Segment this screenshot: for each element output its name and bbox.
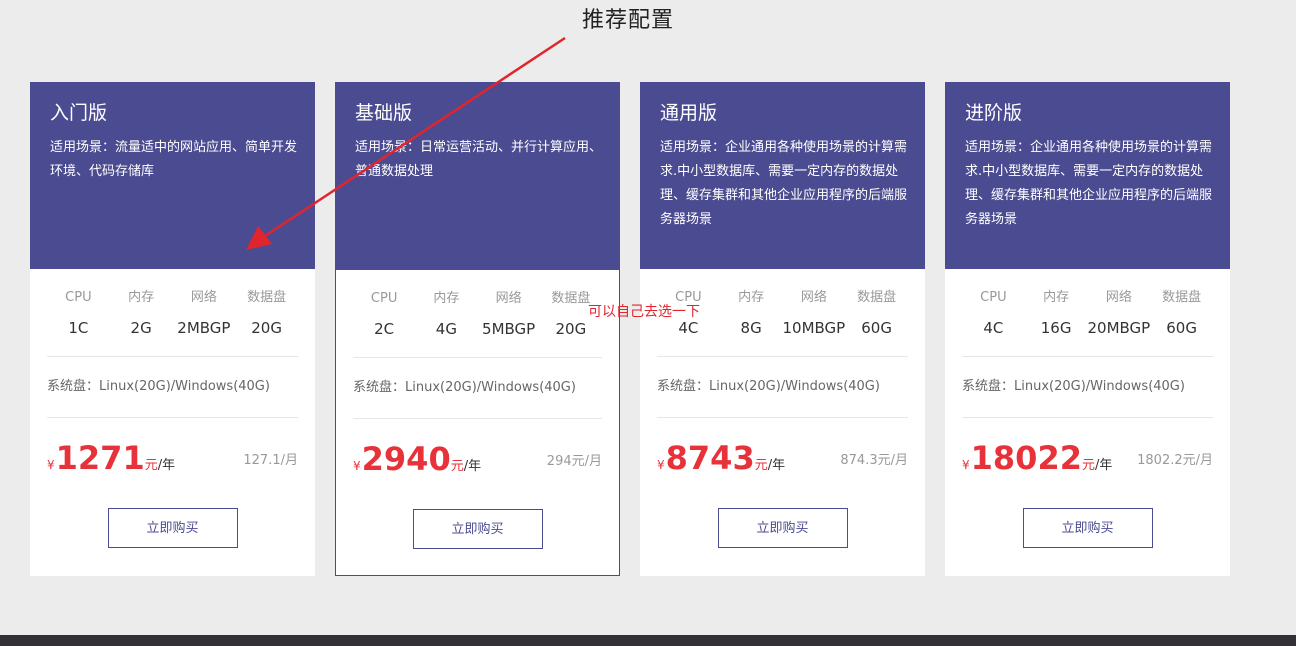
yearly-price: ¥ 1271 元 /年 [47, 439, 175, 477]
spec-value-memory: 4G [435, 320, 457, 338]
monthly-price: 1802.2元/月 [1137, 452, 1213, 468]
price-period: /年 [767, 458, 786, 473]
plan-card-entry: 入门版 适用场景：流量适中的网站应用、简单开发环境、代码存储库 CPU 1C 内存… [30, 82, 315, 576]
buy-now-button[interactable]: 立即购买 [1022, 508, 1153, 548]
spec-label-data-disk: 数据盘 [247, 290, 287, 305]
annotation-note: 可以自己去选一下 [588, 304, 700, 320]
plan-title: 基础版 [355, 102, 413, 124]
spec-label-memory: 内存 [128, 290, 155, 305]
plan-title: 通用版 [660, 102, 718, 124]
price-row: ¥ 2940 元 /年 294元/月 [336, 419, 619, 499]
price-row: ¥ 18022 元 /年 1802.2元/月 [945, 418, 1230, 498]
system-disk: 系统盘：Linux(20G)/Windows(40G) [962, 379, 1185, 394]
footer-bar [0, 635, 1296, 646]
monthly-price: 294元/月 [546, 453, 602, 469]
spec-grid: CPU 1C 内存 2G 网络 2MBGP 数据盘 20G [47, 287, 298, 339]
spec-label-memory: 内存 [738, 290, 765, 305]
price-amount: 1271 [55, 439, 145, 477]
plan-card-general: 通用版 适用场景：企业通用各种使用场景的计算需求.中小型数据库、需要一定内存的数… [640, 82, 925, 576]
plan-header: 基础版 适用场景：日常运营活动、并行计算应用、普通数据处理 [335, 82, 620, 270]
spec-value-cpu: 2C [374, 320, 395, 338]
price-period: /年 [1094, 458, 1113, 473]
spec-label-memory: 内存 [433, 291, 460, 306]
yearly-price: ¥ 18022 元 /年 [962, 439, 1112, 477]
plan-header: 通用版 适用场景：企业通用各种使用场景的计算需求.中小型数据库、需要一定内存的数… [640, 82, 925, 269]
plan-description: 适用场景：企业通用各种使用场景的计算需求.中小型数据库、需要一定内存的数据处理、… [965, 140, 1213, 227]
price-amount: 8743 [665, 439, 755, 477]
spec-value-data-disk: 20G [555, 320, 587, 338]
plan-description: 适用场景：流量适中的网站应用、简单开发环境、代码存储库 [50, 140, 298, 179]
spec-label-data-disk: 数据盘 [1162, 290, 1202, 305]
price-row: ¥ 1271 元 /年 127.1/月 [30, 418, 315, 498]
plan-title: 入门版 [50, 102, 108, 124]
price-unit: 元 [754, 458, 768, 473]
plan-header: 入门版 适用场景：流量适中的网站应用、简单开发环境、代码存储库 [30, 82, 315, 269]
spec-value-data-disk: 20G [251, 319, 282, 337]
spec-value-memory: 16G [1040, 319, 1072, 337]
currency-symbol: ¥ [353, 459, 361, 473]
plan-description: 适用场景：企业通用各种使用场景的计算需求.中小型数据库、需要一定内存的数据处理、… [660, 140, 908, 227]
plan-header: 进阶版 适用场景：企业通用各种使用场景的计算需求.中小型数据库、需要一定内存的数… [945, 82, 1230, 269]
spec-label-network: 网络 [495, 291, 522, 306]
price-unit: 元 [144, 458, 158, 473]
price-amount: 18022 [970, 439, 1082, 477]
price-amount: 2940 [361, 440, 451, 478]
buy-now-button[interactable]: 立即购买 [717, 508, 848, 548]
spec-value-data-disk: 60G [861, 319, 892, 337]
price-unit: 元 [1081, 458, 1095, 473]
spec-value-data-disk: 60G [1166, 319, 1197, 337]
price-unit: 元 [450, 459, 464, 474]
plan-title: 进阶版 [965, 102, 1023, 124]
plan-card-basic: 基础版 适用场景：日常运营活动、并行计算应用、普通数据处理 CPU 2C 内存 4G… [335, 82, 620, 576]
yearly-price: ¥ 8743 元 /年 [657, 439, 785, 477]
buy-now-button[interactable]: 立即购买 [107, 508, 238, 548]
spec-label-cpu: CPU [980, 290, 1007, 305]
spec-label-network: 网络 [800, 290, 827, 305]
system-disk: 系统盘：Linux(20G)/Windows(40G) [657, 379, 880, 394]
spec-value-network: 5MBGP [482, 320, 536, 338]
monthly-price: 127.1/月 [243, 452, 298, 468]
spec-label-memory: 内存 [1043, 290, 1070, 305]
annotation-title: 推荐配置 [582, 8, 675, 33]
spec-value-cpu: 1C [68, 319, 89, 337]
spec-value-network: 10MBGP [782, 319, 846, 337]
spec-value-cpu: 4C [983, 319, 1004, 337]
spec-label-network: 网络 [190, 290, 217, 305]
spec-value-network: 2MBGP [177, 319, 231, 337]
monthly-price: 874.3元/月 [840, 452, 908, 468]
currency-symbol: ¥ [657, 458, 665, 472]
system-disk: 系统盘：Linux(20G)/Windows(40G) [353, 380, 576, 395]
price-period: /年 [157, 458, 176, 473]
spec-label-cpu: CPU [370, 291, 398, 306]
currency-symbol: ¥ [47, 458, 55, 472]
price-row: ¥ 8743 元 /年 874.3元/月 [640, 418, 925, 498]
spec-value-memory: 8G [740, 319, 762, 337]
currency-symbol: ¥ [962, 458, 970, 472]
spec-label-network: 网络 [1105, 290, 1132, 305]
buy-now-button[interactable]: 立即购买 [412, 509, 543, 549]
plan-card-advanced: 进阶版 适用场景：企业通用各种使用场景的计算需求.中小型数据库、需要一定内存的数… [945, 82, 1230, 576]
plan-description: 适用场景：日常运营活动、并行计算应用、普通数据处理 [355, 140, 603, 179]
system-disk: 系统盘：Linux(20G)/Windows(40G) [47, 379, 270, 394]
price-period: /年 [463, 459, 482, 474]
yearly-price: ¥ 2940 元 /年 [353, 440, 481, 478]
spec-value-memory: 2G [130, 319, 152, 337]
spec-label-data-disk: 数据盘 [857, 290, 897, 305]
spec-value-network: 20MBGP [1087, 319, 1151, 337]
spec-label-cpu: CPU [65, 290, 92, 305]
spec-grid: CPU 2C 内存 4G 网络 5MBGP 数据盘 20G [353, 288, 602, 340]
spec-grid: CPU 4C 内存 16G 网络 20MBGP 数据盘 60G [962, 287, 1213, 339]
